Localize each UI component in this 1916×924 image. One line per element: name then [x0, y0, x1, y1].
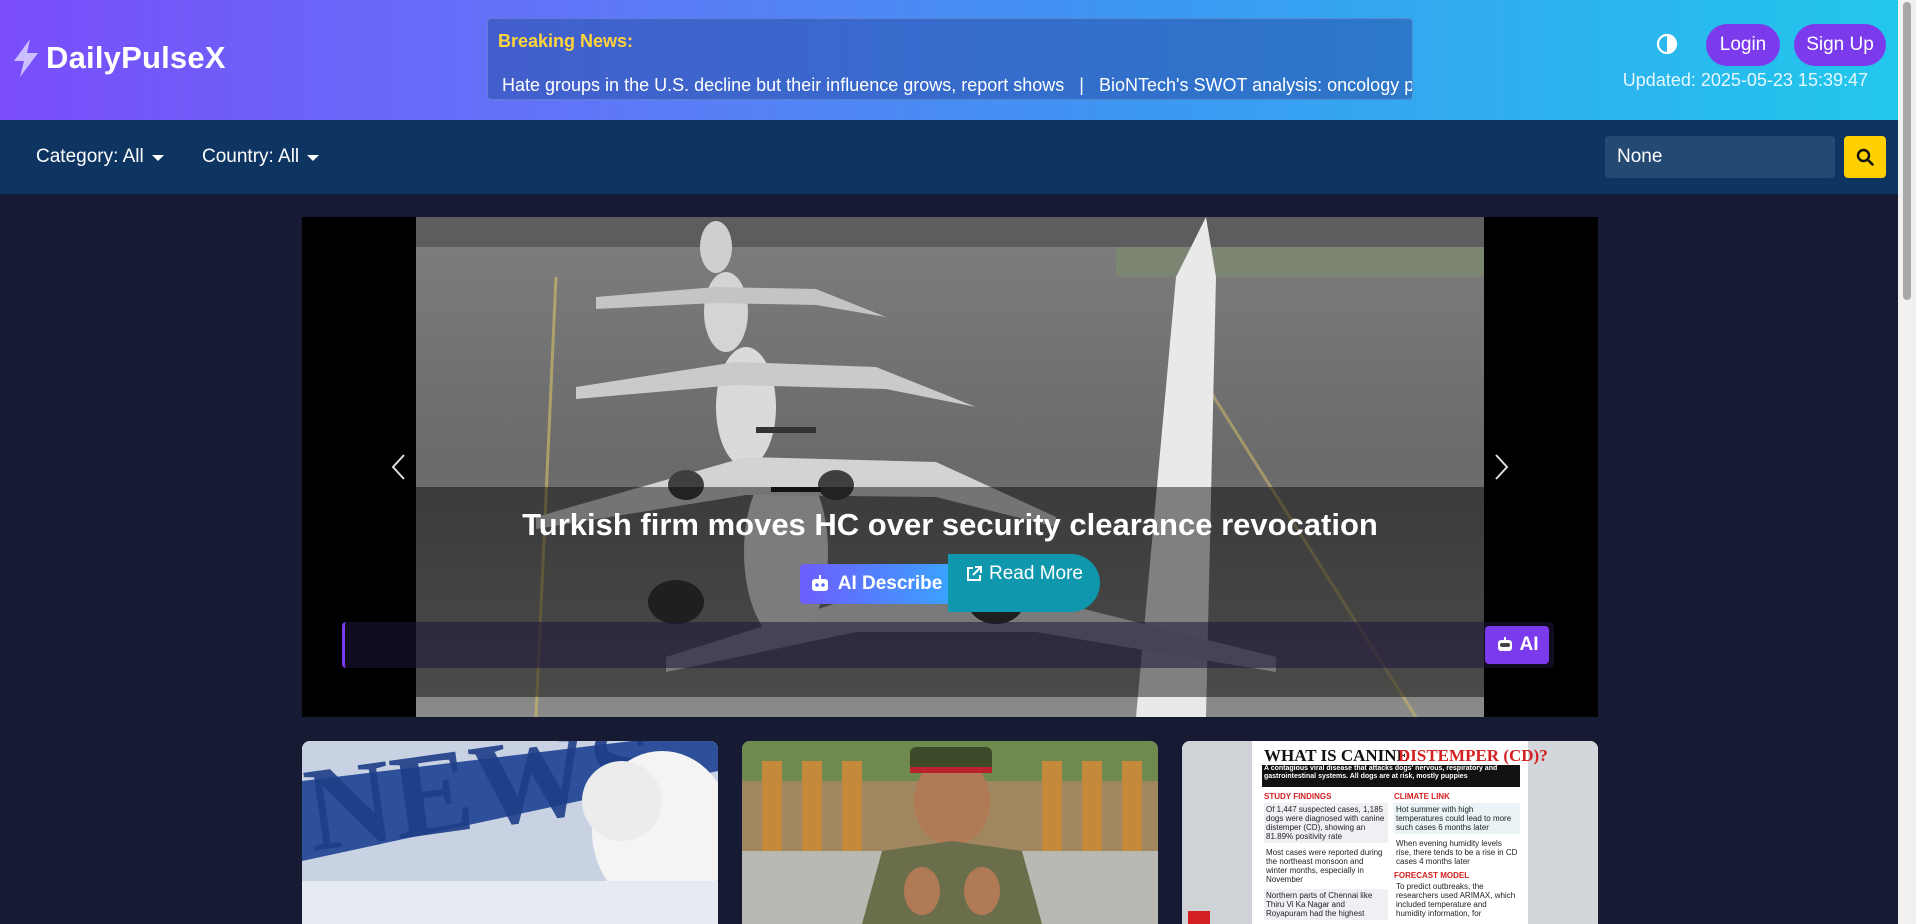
breaking-news-text[interactable]: Hate groups in the U.S. decline but thei…	[502, 75, 1412, 96]
category-dropdown[interactable]: Category: All	[36, 146, 164, 168]
search-button[interactable]	[1844, 136, 1886, 178]
search-icon	[1856, 148, 1874, 166]
card-image: WHAT IS CANINE DISTEMPER (CD)? A contagi…	[1182, 741, 1598, 924]
card3-col1-item: Of 1,447 suspected cases, 1,185 dogs wer…	[1264, 803, 1388, 843]
card3-subhead: A contagious viral disease that attacks …	[1264, 765, 1498, 780]
caret-down-icon	[151, 155, 164, 161]
half-circle-icon[interactable]	[1654, 31, 1680, 57]
updated-timestamp: Updated: 2025-05-23 15:39:47	[1622, 70, 1868, 90]
card3-col2-item: Hot summer with high temperatures could …	[1394, 803, 1520, 834]
breaking-news-ticker: Breaking News: Hate groups in the U.S. d…	[487, 18, 1413, 100]
breaking-news-label: Breaking News:	[498, 31, 634, 51]
external-link-icon	[967, 566, 982, 581]
news-card[interactable]: WHAT IS CANINE DISTEMPER (CD)? A contagi…	[1182, 741, 1598, 924]
ai-summary-bar[interactable]	[342, 622, 1554, 668]
page-scrollbar[interactable]	[1898, 0, 1916, 924]
country-dropdown-label: Country: All	[202, 146, 300, 167]
robot-icon	[1497, 637, 1512, 651]
card3-headline-red: DISTEMPER (CD)?	[1398, 746, 1548, 765]
card3-col1-item: Northern parts of Chennai like Thiru Vi …	[1264, 889, 1388, 920]
brand-name: DailyPulseX	[46, 40, 226, 75]
card-image: NEWS	[302, 741, 718, 924]
card3-headline: WHAT IS CANINE	[1264, 746, 1408, 765]
country-dropdown[interactable]: Country: All	[202, 146, 320, 168]
card3-col1-item: Most cases were reported during the nort…	[1266, 848, 1383, 884]
news-card[interactable]	[742, 741, 1158, 924]
scrollbar-thumb[interactable]	[1903, 2, 1911, 300]
caret-down-icon	[307, 155, 320, 161]
filter-bar: Category: All Country: All	[0, 120, 1898, 194]
read-more-button[interactable]: Read More	[948, 554, 1100, 612]
ai-describe-label: AI Describe	[837, 573, 943, 594]
brand[interactable]: DailyPulseX	[10, 38, 226, 78]
card3-col2-item: When evening humidity levels rise, there…	[1396, 839, 1518, 866]
ai-button-label: AI	[1519, 634, 1539, 655]
search-input[interactable]	[1605, 136, 1835, 178]
site-header: DailyPulseX Breaking News: Hate groups i…	[0, 0, 1898, 120]
chevron-left-icon[interactable]	[384, 447, 414, 487]
read-more-label: Read More	[989, 563, 1083, 584]
card-image	[742, 741, 1158, 924]
card3-col2-head: CLIMATE LINK	[1394, 792, 1450, 801]
login-button[interactable]: Login	[1706, 24, 1780, 66]
card3-col2-head2: FORECAST MODEL	[1394, 871, 1470, 880]
bolt-icon	[14, 39, 38, 77]
news-card[interactable]: NEWS	[302, 741, 718, 924]
chevron-right-icon[interactable]	[1486, 447, 1516, 487]
featured-carousel: Turkish firm moves HC over security clea…	[302, 217, 1598, 717]
card3-col2-item: To predict outbreaks, the researchers us…	[1396, 882, 1516, 918]
card3-col1-head: STUDY FINDINGS	[1264, 792, 1332, 801]
ai-describe-button[interactable]: AI Describe	[800, 564, 952, 604]
ai-button[interactable]: AI	[1485, 626, 1549, 664]
slide-title[interactable]: Turkish firm moves HC over security clea…	[302, 507, 1598, 543]
signup-button[interactable]: Sign Up	[1794, 24, 1886, 66]
robot-icon	[811, 575, 828, 591]
category-dropdown-label: Category: All	[36, 146, 144, 167]
